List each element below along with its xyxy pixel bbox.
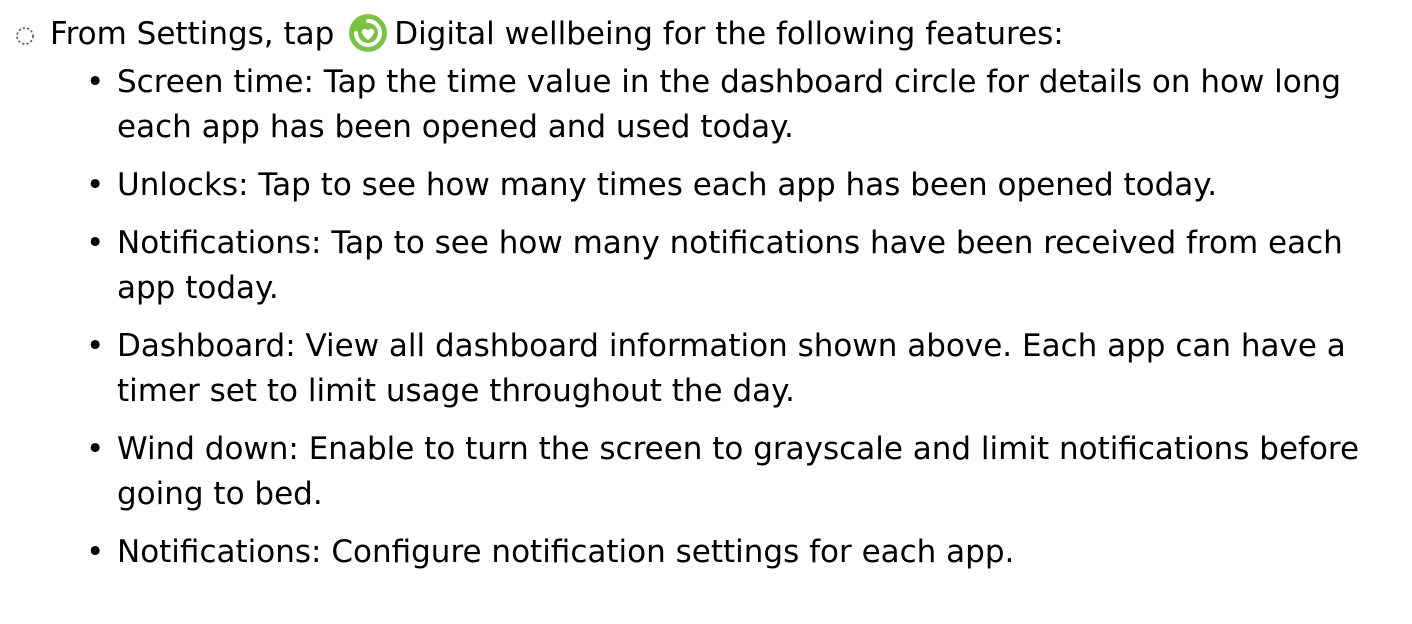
intro-line: From Settings, tap Digital wellbeing for… [0,8,1400,60]
feature-term: Notifications [117,225,312,261]
bullet: • [86,225,105,261]
bullet: • [86,328,105,364]
list-item: • Unlocks: Tap to see how many times each… [86,163,1396,208]
list-item: • Dashboard: View all dashboard informati… [86,324,1396,414]
bullet: • [86,64,105,100]
feature-description: : View all dashboard information shown a… [117,328,1346,409]
bullet: • [86,167,105,203]
feature-term: Screen time [117,64,304,100]
feature-term: Dashboard [117,328,286,364]
bullet: • [86,431,105,467]
list-item: • Screen time: Tap the time value in the … [86,60,1396,150]
intro-text-after: for the following features: [652,16,1064,52]
list-item: • Wind down: Enable to turn the screen to… [86,427,1396,517]
feature-description: : Enable to turn the screen to grayscale… [117,431,1360,512]
bullet: • [86,534,105,570]
feature-term: Wind down [117,431,289,467]
feature-term: Unlocks [117,167,239,203]
feature-description: : Configure notification settings for ea… [311,534,1015,570]
step-marker-icon [0,25,50,47]
app-name-digital-wellbeing: Digital wellbeing [394,16,653,52]
feature-description: : Tap to see how many times each app has… [238,167,1218,203]
feature-term: Notifications [117,534,312,570]
feature-list: • Screen time: Tap the time value in the … [86,60,1396,588]
digital-wellbeing-icon [348,13,388,53]
intro-text-before: From Settings, tap [50,16,345,52]
list-item: • Notifications: Tap to see how many noti… [86,221,1396,311]
list-item: • Notifications: Configure notification s… [86,530,1396,575]
